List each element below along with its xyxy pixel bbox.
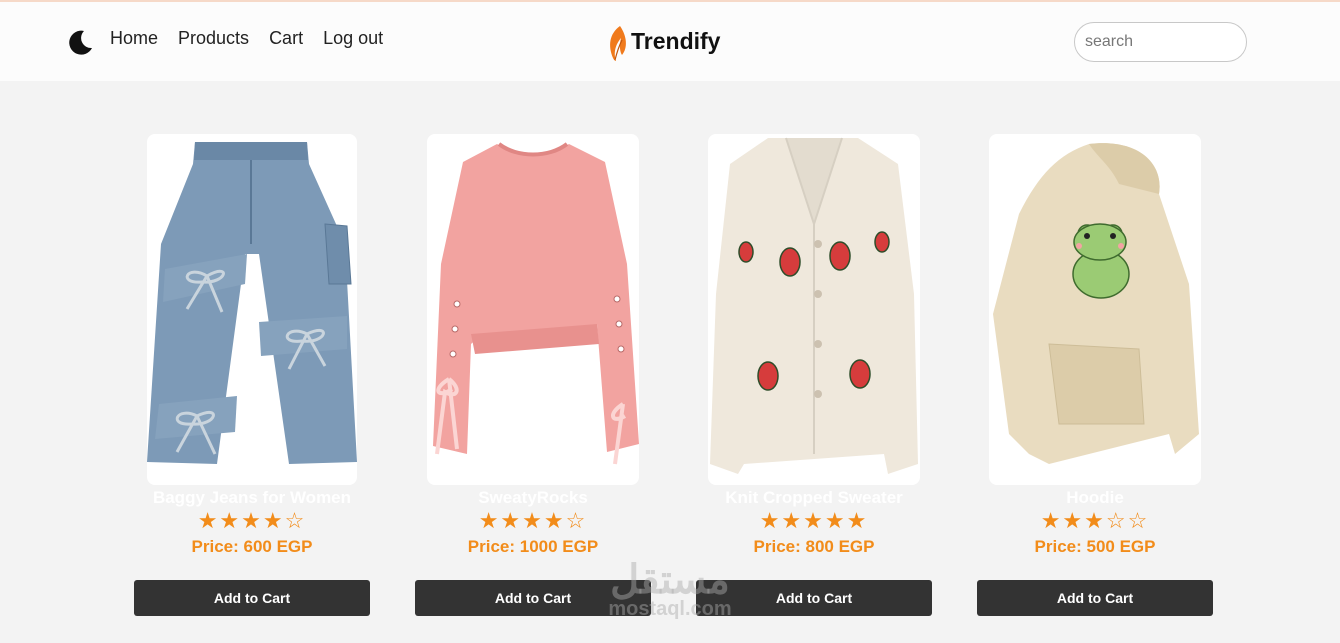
watermark-latin: mostaql.com — [608, 598, 732, 620]
nav-cart[interactable]: Cart — [269, 28, 303, 49]
search-input[interactable] — [1074, 22, 1247, 62]
product-price: Price: 600 EGP — [191, 537, 313, 556]
product-price: Price: 800 EGP — [753, 537, 875, 556]
product-price: Price: 500 EGP — [1034, 537, 1156, 556]
product-name: Hoodie — [1066, 488, 1124, 507]
watermark: مستقل mostaql.com — [585, 560, 755, 621]
watermark-arabic: مستقل — [610, 558, 730, 602]
rating-stars: ★★★★☆ — [197, 508, 307, 533]
add-to-cart-button[interactable]: Add to Cart — [134, 580, 370, 616]
rating-stars: ★★★☆☆ — [1040, 508, 1150, 533]
brand-name: Trendify — [631, 27, 721, 54]
product-name: Knit Cropped Sweater — [725, 488, 903, 507]
moon-icon[interactable] — [66, 28, 94, 56]
nav-home[interactable]: Home — [110, 28, 158, 49]
rating-stars: ★★★★☆ — [478, 508, 588, 533]
flame-leaf-icon — [610, 26, 626, 61]
add-to-cart-button[interactable]: Add to Cart — [977, 580, 1213, 616]
rating-stars: ★★★★★ — [759, 508, 869, 533]
product-name: Baggy Jeans for Women — [152, 488, 352, 507]
baggy-jeans-image[interactable] — [147, 134, 357, 485]
brand-logo[interactable]: Trendify — [607, 24, 720, 62]
nav-products[interactable]: Products — [178, 28, 249, 49]
nav-logout[interactable]: Log out — [323, 28, 383, 49]
product-name: SweatyRocks — [478, 488, 588, 507]
navbar: Home Products Cart Log out Trendify — [0, 2, 1340, 81]
frog-hoodie-image[interactable] — [989, 134, 1201, 485]
strawberry-cardigan-image[interactable] — [708, 134, 920, 485]
product-price: Price: 1000 EGP — [467, 537, 599, 556]
main-nav: Home Products Cart Log out — [110, 28, 403, 49]
pink-sweatshirt-image[interactable] — [427, 134, 639, 485]
